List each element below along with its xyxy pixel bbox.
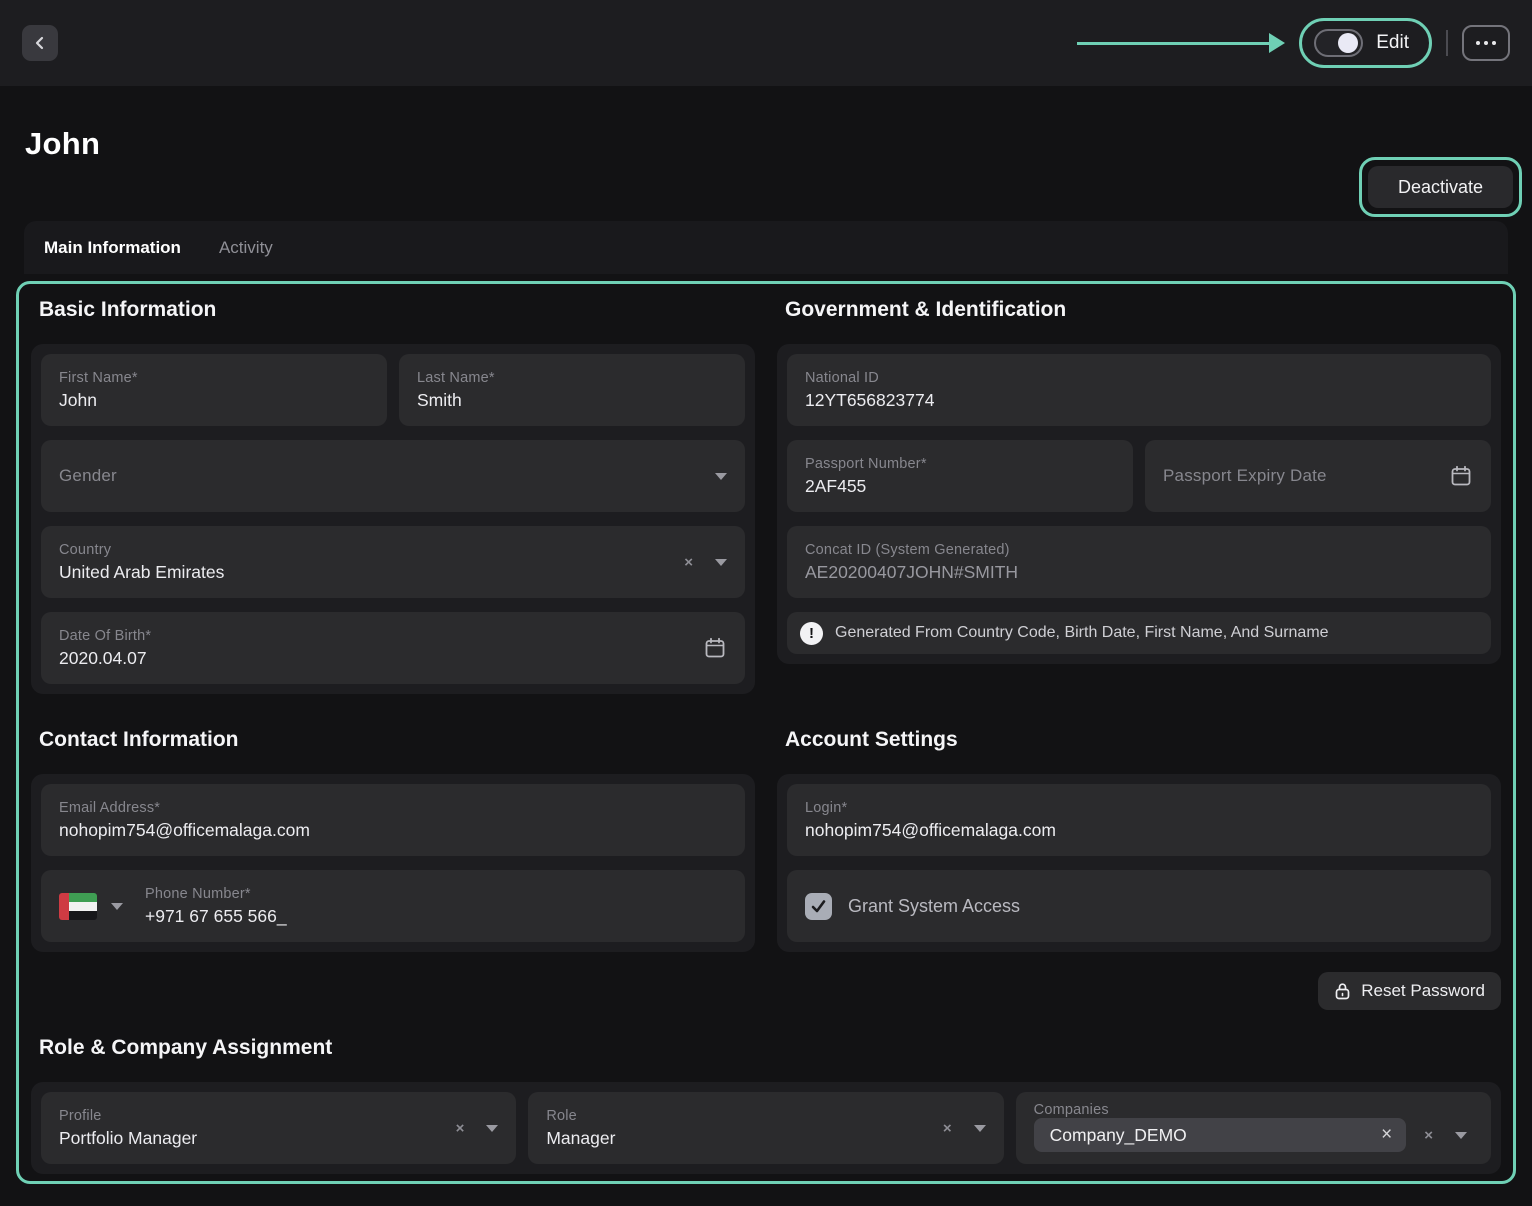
country-value: United Arab Emirates: [59, 562, 672, 583]
national-id-value: 12YT656823774: [805, 390, 1473, 411]
clear-icon[interactable]: ×: [943, 1121, 952, 1136]
role-value: Manager: [546, 1128, 931, 1149]
passport-expiry-label: Passport Expiry Date: [1163, 466, 1437, 486]
exclamation-icon: !: [800, 622, 823, 645]
passport-number-value: 2AF455: [805, 476, 1115, 497]
chevron-down-icon[interactable]: [486, 1125, 498, 1132]
chevron-down-icon[interactable]: [111, 903, 123, 910]
clear-icon[interactable]: ×: [456, 1121, 465, 1136]
arrow-line: [1077, 42, 1269, 45]
ellipsis-icon: [1476, 41, 1480, 45]
grant-access-checkbox[interactable]: [805, 893, 832, 920]
dob-label: Date Of Birth*: [59, 628, 691, 644]
companies-label: Companies: [1034, 1102, 1473, 1118]
deactivate-button[interactable]: Deactivate: [1368, 166, 1513, 208]
section-title: Government & Identification: [785, 298, 1501, 322]
concat-id-label: Concat ID (System Generated): [805, 542, 1473, 558]
calendar-icon[interactable]: [1449, 464, 1473, 488]
dob-value: 2020.04.07: [59, 648, 691, 669]
profile-value: Portfolio Manager: [59, 1128, 444, 1149]
tab-bar: Main Information Activity: [24, 221, 1508, 274]
section-title: Account Settings: [785, 728, 1501, 752]
lock-icon: [1334, 982, 1351, 1000]
chevron-down-icon[interactable]: [1455, 1132, 1467, 1139]
clear-icon[interactable]: ×: [1424, 1128, 1433, 1143]
chevron-down-icon[interactable]: [974, 1125, 986, 1132]
gender-select[interactable]: Gender: [41, 440, 745, 512]
annotation-arrow: [1077, 33, 1285, 53]
section-title: Basic Information: [39, 298, 755, 322]
country-label: Country: [59, 542, 672, 558]
check-icon: [810, 898, 827, 915]
company-chip[interactable]: Company_DEMO ×: [1034, 1118, 1407, 1152]
first-name-value: John: [59, 390, 369, 411]
date-of-birth-field[interactable]: Date Of Birth* 2020.04.07: [41, 612, 745, 684]
chevron-down-icon[interactable]: [715, 559, 727, 566]
back-button[interactable]: [22, 25, 58, 61]
email-label: Email Address*: [59, 800, 727, 816]
section-contact-information: Contact Information Email Address* nohop…: [31, 694, 755, 1010]
last-name-value: Smith: [417, 390, 727, 411]
grant-access-label: Grant System Access: [848, 896, 1020, 917]
edit-toggle-annotation: Edit: [1299, 18, 1432, 68]
arrow-head-icon: [1269, 33, 1285, 53]
deactivate-annotation: Deactivate: [1359, 157, 1522, 217]
concat-note-text: Generated From Country Code, Birth Date,…: [835, 624, 1329, 642]
more-options-button[interactable]: [1462, 25, 1510, 61]
section-account-settings: Account Settings Login* nohopim754@offic…: [777, 694, 1501, 1010]
email-field[interactable]: Email Address* nohopim754@officemalaga.c…: [41, 784, 745, 856]
edit-toggle[interactable]: [1314, 29, 1363, 57]
edit-toggle-label: Edit: [1376, 32, 1409, 54]
section-role-company: Role & Company Assignment Profile Portfo…: [31, 1010, 1501, 1174]
phone-value: +971 67 655 566_: [145, 906, 727, 927]
chip-close-icon[interactable]: ×: [1381, 1124, 1392, 1146]
profile-select[interactable]: Profile Portfolio Manager ×: [41, 1092, 516, 1164]
first-name-field[interactable]: First Name* John: [41, 354, 387, 426]
top-bar: Edit: [0, 0, 1532, 86]
national-id-label: National ID: [805, 370, 1473, 386]
reset-password-button[interactable]: Reset Password: [1318, 972, 1501, 1010]
tab-activity[interactable]: Activity: [219, 238, 273, 258]
national-id-field[interactable]: National ID 12YT656823774: [787, 354, 1491, 426]
phone-country-selector[interactable]: [59, 893, 123, 920]
login-value: nohopim754@officemalaga.com: [805, 820, 1473, 841]
company-chip-label: Company_DEMO: [1050, 1125, 1187, 1146]
role-label: Role: [546, 1108, 931, 1124]
section-title: Contact Information: [39, 728, 755, 752]
reset-password-label: Reset Password: [1361, 981, 1485, 1001]
divider: [1446, 30, 1448, 56]
role-select[interactable]: Role Manager ×: [528, 1092, 1003, 1164]
concat-id-note: ! Generated From Country Code, Birth Dat…: [787, 612, 1491, 654]
section-basic-information: Basic Information First Name* John Last …: [31, 284, 755, 694]
tab-main-information[interactable]: Main Information: [44, 238, 181, 258]
first-name-label: First Name*: [59, 370, 369, 386]
country-select[interactable]: Country United Arab Emirates ×: [41, 526, 745, 598]
calendar-icon[interactable]: [703, 636, 727, 660]
gender-label: Gender: [59, 466, 703, 486]
concat-id-field: Concat ID (System Generated) AE20200407J…: [787, 526, 1491, 598]
passport-expiry-field[interactable]: Passport Expiry Date: [1145, 440, 1491, 512]
clear-icon[interactable]: ×: [684, 555, 693, 570]
concat-id-value: AE20200407JOHN#SMITH: [805, 562, 1473, 583]
page-title: John: [25, 126, 1532, 162]
last-name-label: Last Name*: [417, 370, 727, 386]
grant-system-access-row: Grant System Access: [787, 870, 1491, 942]
chevron-down-icon[interactable]: [715, 473, 727, 480]
main-content-annotation: Basic Information First Name* John Last …: [16, 281, 1516, 1184]
chevron-left-icon: [33, 36, 47, 50]
section-government-identification: Government & Identification National ID …: [777, 284, 1501, 694]
uae-flag-icon: [59, 893, 97, 920]
last-name-field[interactable]: Last Name* Smith: [399, 354, 745, 426]
passport-number-field[interactable]: Passport Number* 2AF455: [787, 440, 1133, 512]
toggle-knob-icon: [1338, 33, 1358, 53]
phone-field[interactable]: Phone Number* +971 67 655 566_: [41, 870, 745, 942]
login-field[interactable]: Login* nohopim754@officemalaga.com: [787, 784, 1491, 856]
profile-label: Profile: [59, 1108, 444, 1124]
phone-label: Phone Number*: [145, 886, 727, 902]
login-label: Login*: [805, 800, 1473, 816]
email-value: nohopim754@officemalaga.com: [59, 820, 727, 841]
passport-number-label: Passport Number*: [805, 456, 1115, 472]
section-title: Role & Company Assignment: [39, 1036, 1501, 1060]
companies-select[interactable]: Companies Company_DEMO × ×: [1016, 1092, 1491, 1164]
